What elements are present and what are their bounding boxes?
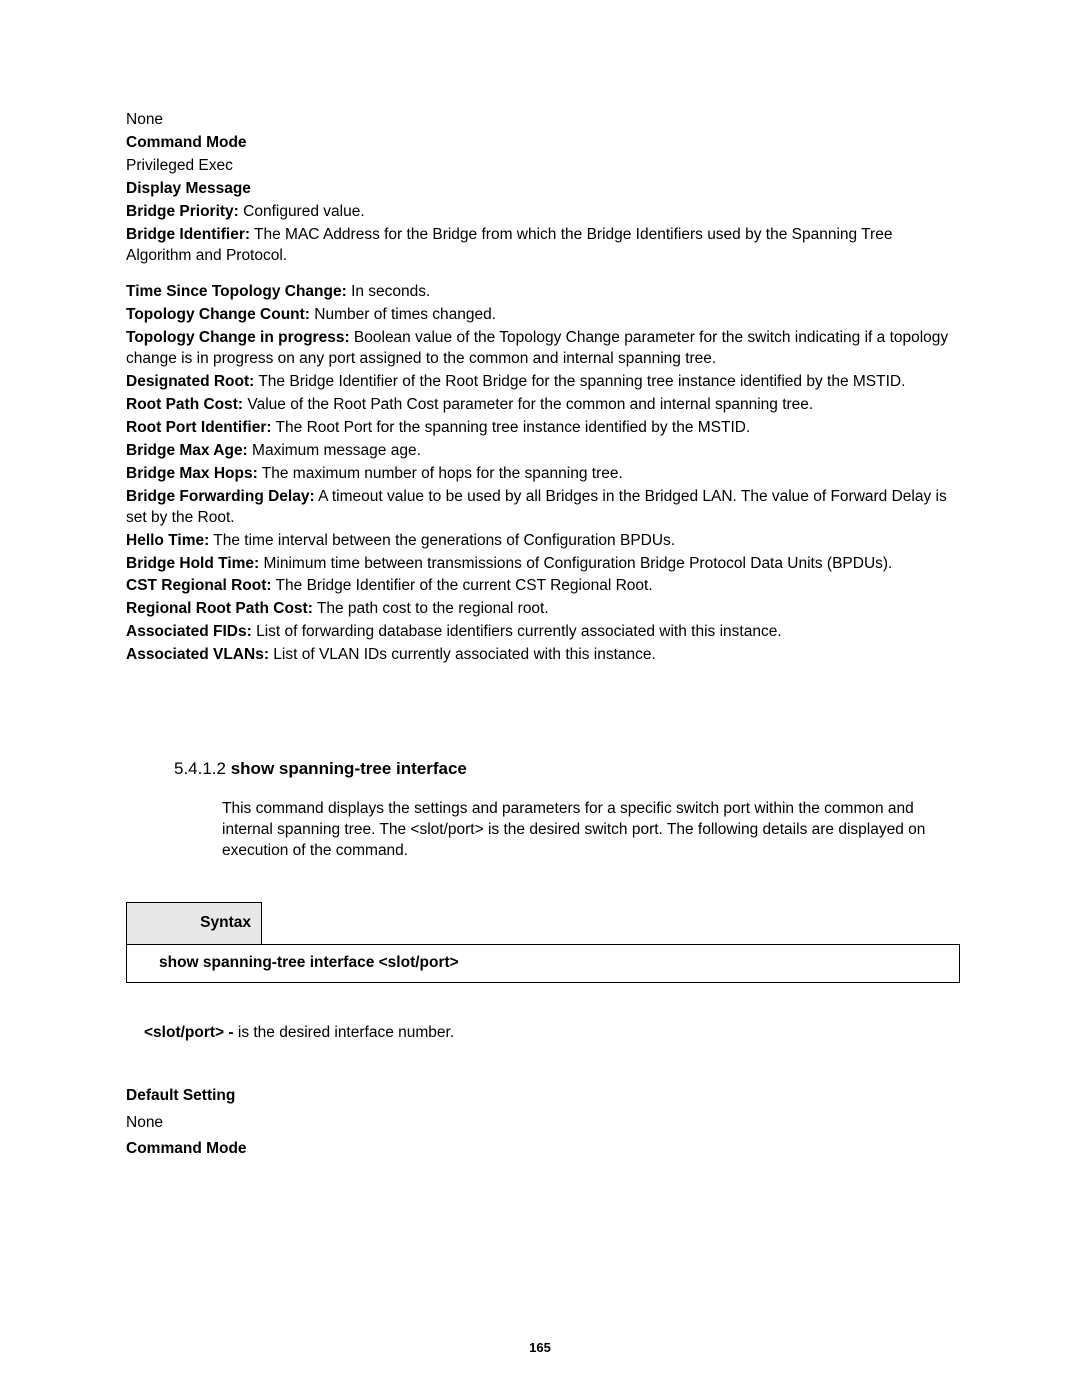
command-mode-label-bottom: Command Mode — [126, 1139, 960, 1160]
document-page: None Command Mode Privileged Exec Displa… — [0, 0, 1080, 1397]
syntax-command: show spanning-tree interface <slot/port> — [126, 944, 960, 983]
syntax-box: Syntax show spanning-tree interface <slo… — [126, 902, 960, 983]
default-setting-label: Default Setting — [126, 1086, 960, 1107]
def-bridge-priority: Bridge Priority: Configured value. — [126, 202, 960, 223]
def-time-since-topology-change: Time Since Topology Change: In seconds. — [126, 282, 960, 303]
def-cst-regional-root: CST Regional Root: The Bridge Identifier… — [126, 576, 960, 597]
display-message-label: Display Message — [126, 179, 960, 200]
def-bridge-hold-time: Bridge Hold Time: Minimum time between t… — [126, 554, 960, 575]
def-root-port-identifier: Root Port Identifier: The Root Port for … — [126, 418, 960, 439]
command-mode-label: Command Mode — [126, 133, 960, 154]
default-setting-value: None — [126, 1113, 960, 1134]
section-title: show spanning-tree interface — [231, 759, 467, 778]
def-bridge-max-hops: Bridge Max Hops: The maximum number of h… — [126, 464, 960, 485]
section-number: 5.4.1.2 — [174, 759, 231, 778]
page-number: 165 — [0, 1339, 1080, 1357]
def-designated-root: Designated Root: The Bridge Identifier o… — [126, 372, 960, 393]
def-associated-vlans: Associated VLANs: List of VLAN IDs curre… — [126, 645, 960, 666]
section-heading: 5.4.1.2 show spanning-tree interface — [174, 758, 960, 781]
param-slot-port: <slot/port> - is the desired interface n… — [144, 1023, 960, 1044]
def-regional-root-path-cost: Regional Root Path Cost: The path cost t… — [126, 599, 960, 620]
syntax-label: Syntax — [126, 902, 262, 944]
command-mode-value: Privileged Exec — [126, 156, 960, 177]
def-topology-change-count: Topology Change Count: Number of times c… — [126, 305, 960, 326]
def-bridge-identifier: Bridge Identifier: The MAC Address for t… — [126, 225, 960, 267]
section-description: This command displays the settings and p… — [222, 799, 960, 862]
def-bridge-forwarding-delay: Bridge Forwarding Delay: A timeout value… — [126, 487, 960, 529]
def-root-path-cost: Root Path Cost: Value of the Root Path C… — [126, 395, 960, 416]
def-bridge-max-age: Bridge Max Age: Maximum message age. — [126, 441, 960, 462]
def-associated-fids: Associated FIDs: List of forwarding data… — [126, 622, 960, 643]
default-value: None — [126, 110, 960, 131]
def-topology-change-in-progress: Topology Change in progress: Boolean val… — [126, 328, 960, 370]
def-hello-time: Hello Time: The time interval between th… — [126, 531, 960, 552]
